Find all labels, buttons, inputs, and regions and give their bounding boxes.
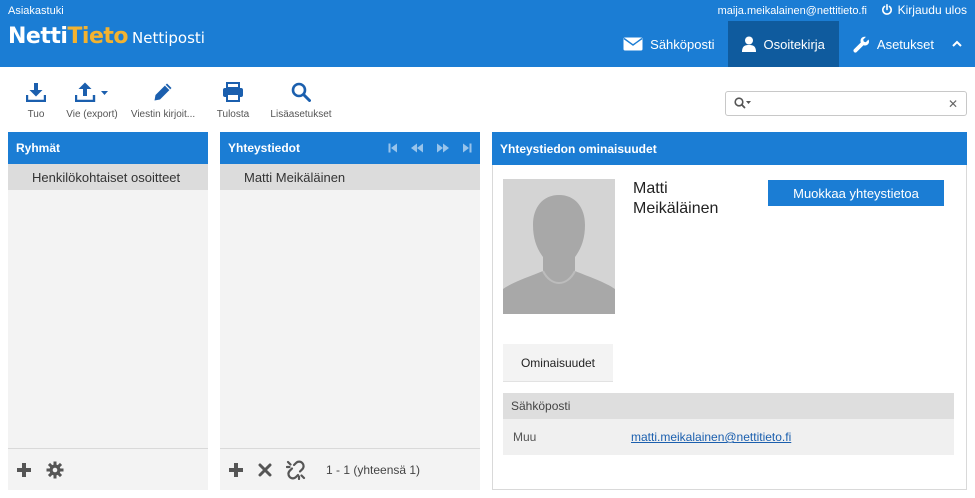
advanced-search-button[interactable]: Lisäasetukset [266, 80, 336, 120]
download-icon [26, 80, 46, 104]
upload-icon [75, 80, 109, 104]
contact-item[interactable]: Matti Meikäläinen [220, 164, 480, 190]
last-page-icon[interactable] [462, 143, 472, 153]
groups-footer [8, 448, 208, 490]
printer-icon [222, 80, 244, 104]
search-input[interactable] [756, 95, 946, 112]
contacts-title: Yhteystiedot [228, 141, 301, 155]
mail-icon [623, 37, 643, 51]
add-contact-icon[interactable] [228, 462, 244, 478]
print-label: Tulosta [216, 109, 250, 120]
email-section-header: Sähköposti [503, 393, 954, 419]
logo-netti: Netti [8, 24, 68, 49]
group-item-label: Henkilökohtaiset osoitteet [32, 169, 181, 185]
logo-tieto: Tieto [67, 24, 129, 49]
delete-contact-icon[interactable] [258, 463, 272, 477]
tab-properties[interactable]: Ominaisuudet [503, 344, 613, 382]
magnifier-icon [291, 80, 311, 104]
email-field-row: Muu matti.meikalainen@nettitieto.fi [503, 419, 954, 455]
taskbar: Sähköposti Osoitekirja Asetukset [609, 21, 975, 67]
gear-icon[interactable] [46, 461, 64, 479]
import-label: Tuo [27, 109, 45, 120]
compose-label: Viestin kirjoit... [130, 109, 196, 120]
collapse-header-button[interactable] [948, 21, 975, 67]
logo-product: Nettiposti [132, 29, 205, 47]
task-settings[interactable]: Asetukset [839, 21, 948, 67]
app-logo: Netti Tieto Nettiposti [8, 24, 205, 49]
pager [376, 143, 472, 153]
email-link[interactable]: matti.meikalainen@nettitieto.fi [631, 430, 791, 444]
task-mail-label: Sähköposti [650, 36, 715, 52]
contact-item-label: Matti Meikäläinen [244, 169, 346, 185]
search-options-icon[interactable] [734, 97, 752, 109]
remove-from-group-icon[interactable] [286, 460, 306, 480]
export-button[interactable]: Vie (export) [58, 80, 126, 120]
power-icon [881, 4, 893, 16]
group-item-personal[interactable]: Henkilökohtaiset osoitteet [8, 164, 208, 190]
toolbar: Tuo Vie (export) Viestin kirjoit... Tulo… [14, 80, 336, 120]
advanced-search-label: Lisäasetukset [270, 109, 332, 120]
support-link[interactable]: Asiakastuki [8, 5, 64, 17]
pencil-icon [153, 80, 173, 104]
next-page-icon[interactable] [436, 143, 450, 153]
first-page-icon[interactable] [388, 143, 398, 153]
task-settings-label: Asetukset [876, 36, 934, 52]
groups-header: Ryhmät [8, 132, 208, 164]
user-icon [742, 36, 757, 52]
task-addressbook-label: Osoitekirja [763, 36, 825, 52]
groups-panel: Ryhmät Henkilökohtaiset osoitteet [8, 132, 208, 490]
logout-label: Kirjaudu ulos [897, 3, 967, 17]
previous-page-icon[interactable] [410, 143, 424, 153]
contact-details-title: Yhteystiedon ominaisuudet [500, 141, 657, 156]
contacts-footer: 1 - 1 (yhteensä 1) [220, 448, 480, 490]
contact-details-panel: Yhteystiedon ominaisuudet Matti Meikäläi… [492, 132, 967, 490]
task-mail[interactable]: Sähköposti [609, 21, 728, 67]
contacts-panel: Yhteystiedot Matti Meikäläinen 1 - 1 (yh… [220, 132, 480, 490]
contacts-header: Yhteystiedot [220, 132, 480, 164]
contact-photo [503, 179, 615, 314]
contact-name: Matti Meikäläinen [633, 180, 719, 217]
app-header: Asiakastuki Netti Tieto Nettiposti maija… [0, 0, 975, 67]
import-button[interactable]: Tuo [14, 80, 58, 120]
contact-details-header: Yhteystiedon ominaisuudet [492, 132, 967, 165]
email-type-label: Muu [513, 430, 537, 444]
groups-title: Ryhmät [16, 141, 61, 155]
search-reset-icon[interactable]: ✕ [948, 97, 958, 111]
user-email: maija.meikalainen@nettitieto.fi [717, 5, 867, 17]
export-label: Vie (export) [66, 109, 118, 120]
wrench-icon [853, 36, 870, 53]
add-group-icon[interactable] [16, 462, 32, 478]
edit-contact-button[interactable]: Muokkaa yhteystietoa [768, 180, 944, 206]
compose-button[interactable]: Viestin kirjoit... [126, 80, 200, 120]
contacts-count: 1 - 1 (yhteensä 1) [326, 462, 421, 477]
print-button[interactable]: Tulosta [200, 80, 266, 120]
quick-search: ✕ [725, 91, 967, 116]
task-addressbook[interactable]: Osoitekirja [728, 21, 839, 67]
person-silhouette-icon [503, 179, 615, 314]
logout-button[interactable]: Kirjaudu ulos [881, 3, 967, 17]
chevron-up-icon [952, 40, 962, 48]
